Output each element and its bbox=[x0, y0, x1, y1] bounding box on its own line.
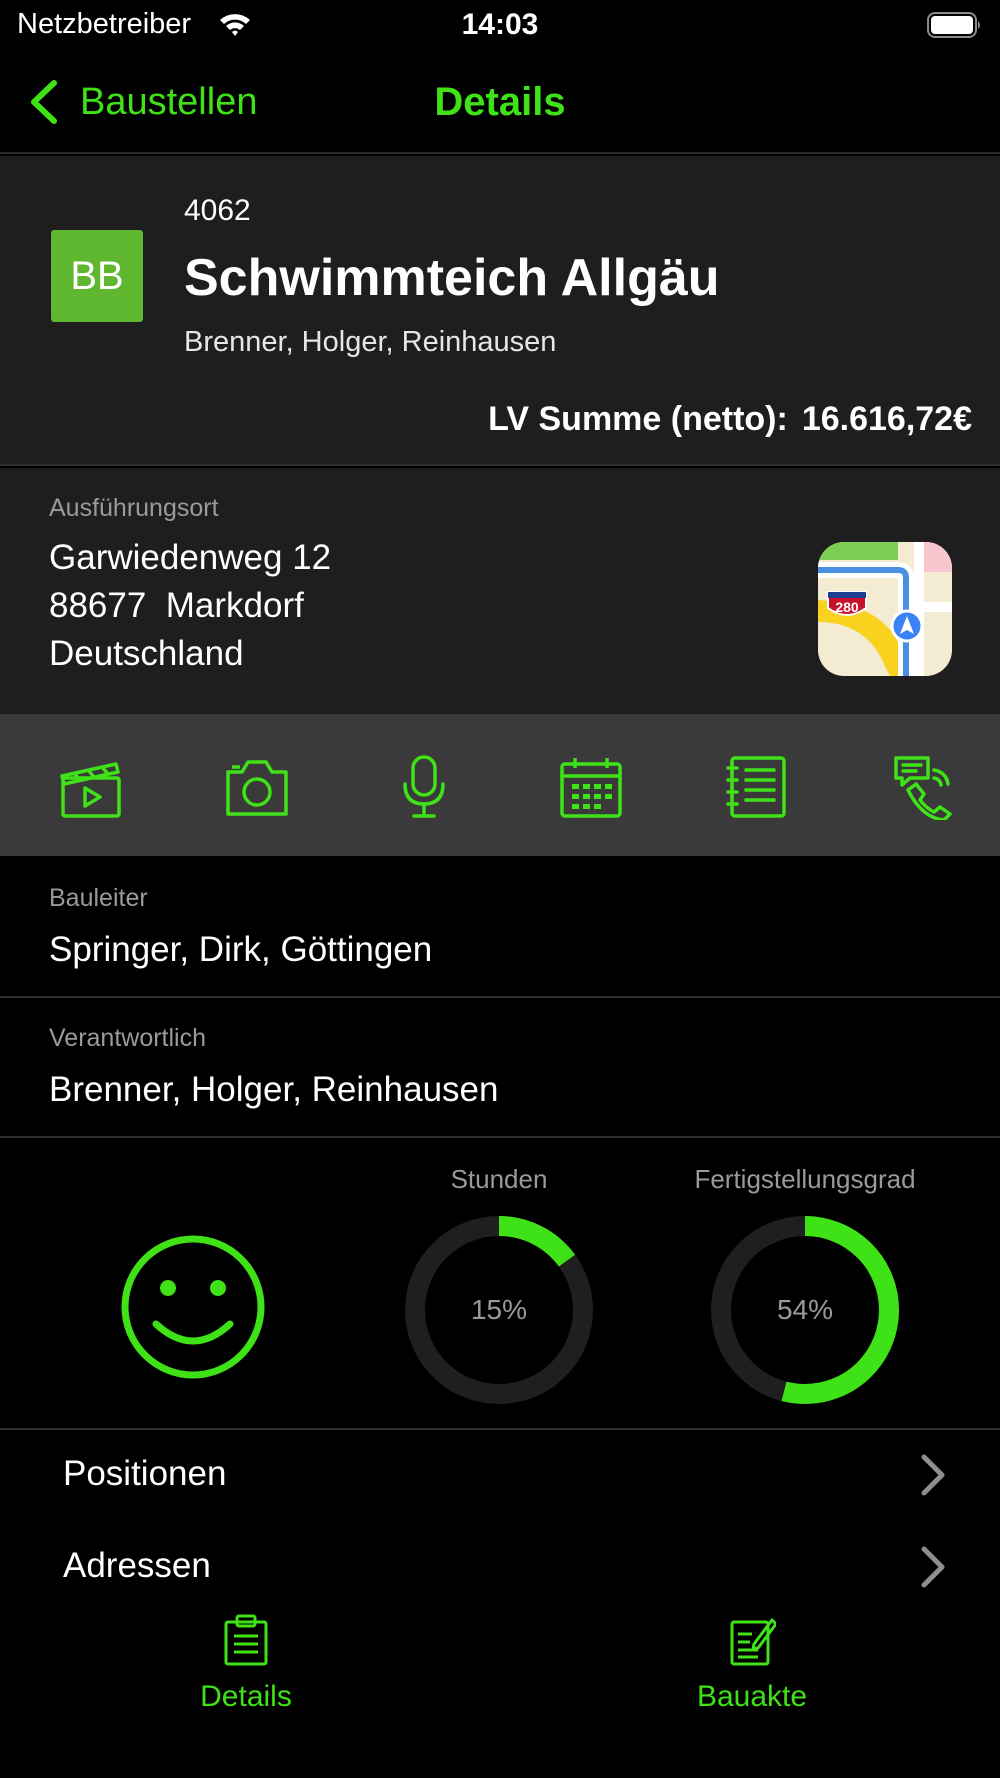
tab-bauakte[interactable]: Bauakte bbox=[622, 1614, 882, 1724]
notes-icon bbox=[726, 756, 786, 818]
camera-button[interactable] bbox=[224, 754, 290, 820]
tab-details-label: Details bbox=[200, 1680, 292, 1713]
lv-sum: LV Summe (netto): 16.616,72€ bbox=[488, 400, 972, 439]
hours-gauge: 15% bbox=[399, 1210, 599, 1415]
navigation-bar: Baustellen Details bbox=[0, 50, 1000, 154]
microphone-button[interactable] bbox=[391, 754, 457, 820]
project-client: Brenner, Holger, Reinhausen bbox=[184, 326, 557, 358]
action-toolbar bbox=[0, 714, 1000, 856]
tab-bauakte-label: Bauakte bbox=[696, 1680, 808, 1713]
project-avatar: BB bbox=[51, 230, 143, 322]
verantwortlich-row: Verantwortlich Brenner, Holger, Reinhaus… bbox=[0, 998, 1000, 1138]
clipboard-icon bbox=[224, 1614, 268, 1666]
list-item-positionen[interactable]: Positionen bbox=[0, 1430, 1000, 1520]
adressen-label: Adressen bbox=[63, 1546, 211, 1585]
verantwortlich-value: Brenner, Holger, Reinhausen bbox=[49, 1070, 499, 1109]
contact-call-icon bbox=[894, 756, 952, 822]
address-city: 88677 Markdorf bbox=[49, 586, 304, 625]
page-title: Details bbox=[434, 80, 566, 124]
microphone-icon bbox=[403, 755, 445, 818]
project-stats: Stunden 15% Fertigstellungsgrad 54% bbox=[0, 1138, 1000, 1430]
completion-label: Fertigstellungsgrad bbox=[694, 1164, 916, 1194]
maps-app-button[interactable]: 280 bbox=[818, 542, 952, 676]
address-street: Garwiedenweg 12 bbox=[49, 538, 332, 577]
completion-gauge: 54% bbox=[705, 1210, 905, 1415]
bauleiter-label: Bauleiter bbox=[49, 884, 148, 912]
notes-button[interactable] bbox=[724, 754, 790, 820]
camera-icon bbox=[226, 760, 288, 816]
calendar-icon bbox=[560, 758, 622, 818]
calendar-button[interactable] bbox=[558, 754, 624, 820]
address-country: Deutschland bbox=[49, 634, 244, 673]
chevron-right-icon bbox=[921, 1546, 945, 1588]
map-shield-number: 280 bbox=[835, 599, 859, 615]
video-icon bbox=[60, 762, 121, 818]
location-label: Ausführungsort bbox=[49, 494, 219, 522]
battery-icon bbox=[927, 12, 980, 38]
verantwortlich-label: Verantwortlich bbox=[49, 1024, 207, 1052]
video-button[interactable] bbox=[58, 754, 124, 820]
project-header: BB 4062 Schwimmteich Allgäu Brenner, Hol… bbox=[0, 156, 1000, 466]
bauleiter-row: Bauleiter Springer, Dirk, Göttingen bbox=[0, 856, 1000, 998]
hours-percent: 15% bbox=[470, 1294, 528, 1325]
status-bar: Netzbetreiber 14:03 bbox=[0, 0, 1000, 50]
positionen-label: Positionen bbox=[63, 1454, 227, 1493]
contact-call-button[interactable] bbox=[892, 754, 958, 822]
hours-label: Stunden bbox=[450, 1164, 548, 1194]
tab-details[interactable]: Details bbox=[116, 1614, 376, 1724]
completion-percent: 54% bbox=[776, 1294, 834, 1325]
smiley-icon bbox=[121, 1235, 265, 1379]
project-number: 4062 bbox=[184, 194, 251, 227]
bauleiter-value: Springer, Dirk, Göttingen bbox=[49, 930, 433, 969]
lv-sum-value: 16.616,72€ bbox=[801, 400, 972, 438]
chevron-right-icon bbox=[921, 1454, 945, 1496]
edit-document-icon bbox=[730, 1618, 776, 1666]
lv-sum-label: LV Summe (netto): bbox=[488, 400, 788, 438]
location-card: Ausführungsort Garwiedenweg 12 88677 Mar… bbox=[0, 468, 1000, 714]
project-title: Schwimmteich Allgäu bbox=[184, 249, 720, 307]
tab-bar: Details Bauakte bbox=[0, 1590, 1000, 1778]
clock: 14:03 bbox=[461, 8, 539, 41]
maps-icon: 280 bbox=[818, 542, 952, 676]
